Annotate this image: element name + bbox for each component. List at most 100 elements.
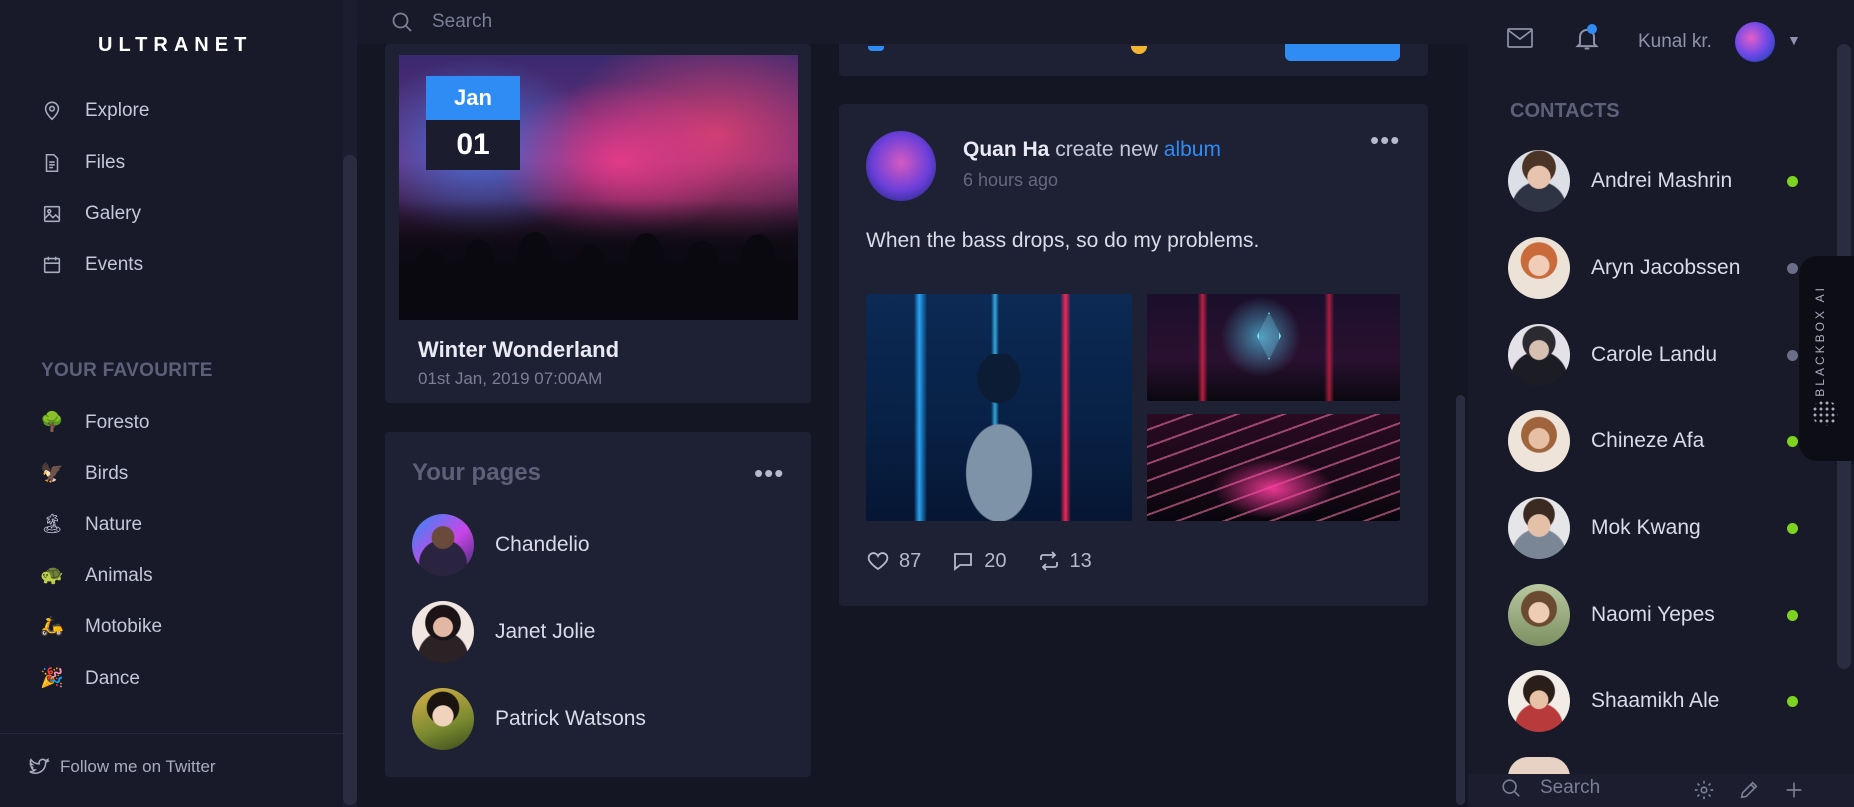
post-album-link[interactable]: album: [1164, 138, 1221, 161]
fav-item-birds[interactable]: 🦅 Birds: [40, 459, 128, 489]
gear-icon[interactable]: [1693, 779, 1715, 801]
offline-status-dot: [1787, 350, 1798, 361]
contact-item[interactable]: Naomi Yepes: [1508, 584, 1715, 646]
contact-item[interactable]: Mok Kwang: [1508, 497, 1701, 559]
post-reactions: 87 20 13: [866, 549, 1122, 573]
favourite-section-title: YOUR FAVOURITE: [41, 360, 213, 381]
contacts-search[interactable]: [1500, 777, 1680, 799]
page-name: Chandelio: [495, 533, 590, 556]
event-month: Jan: [426, 76, 520, 120]
fav-item-foresto[interactable]: 🌳 Foresto: [40, 408, 149, 438]
neon-diamond: [1257, 312, 1281, 360]
twitter-label: Follow me on Twitter: [60, 757, 216, 776]
contact-name: Chineze Afa: [1591, 429, 1705, 452]
fav-label: Motobike: [85, 616, 163, 637]
fav-label: Dance: [85, 668, 140, 689]
fav-item-motobike[interactable]: 🛵 Motobike: [40, 612, 162, 642]
tree-icon: 🌳: [40, 412, 64, 433]
heart-icon: [867, 552, 889, 571]
fav-label: Animals: [85, 565, 153, 586]
online-status-dot: [1787, 696, 1798, 707]
page-item-patrick-watsons[interactable]: Patrick Watsons: [412, 688, 646, 750]
post-author-name[interactable]: Quan Ha: [963, 138, 1049, 161]
notification-badge: [1587, 24, 1597, 34]
like-button[interactable]: 87: [866, 549, 921, 573]
sidebar-scrollbar-thumb[interactable]: [343, 155, 357, 805]
plus-icon[interactable]: [1783, 779, 1805, 801]
sidebar-divider: [0, 733, 343, 734]
post-text: When the bass drops, so do my problems.: [866, 229, 1260, 252]
pages-more-button[interactable]: •••: [754, 460, 784, 486]
image-icon: [40, 202, 64, 226]
nav-item-events[interactable]: Events: [40, 250, 143, 280]
file-icon: [40, 151, 64, 175]
nav-label: Events: [85, 254, 144, 275]
post-image-3[interactable]: [1147, 414, 1400, 521]
contact-item[interactable]: Carole Landu: [1508, 324, 1717, 386]
page-item-chandelio[interactable]: Chandelio: [412, 514, 590, 576]
nav-item-explore[interactable]: Explore: [40, 96, 149, 126]
post-image-2[interactable]: [1147, 294, 1400, 401]
avatar: [412, 688, 474, 750]
user-name[interactable]: Kunal kr.: [1638, 31, 1712, 53]
event-datetime: 01st Jan, 2019 07:00AM: [418, 369, 603, 388]
contact-name: Carole Landu: [1591, 343, 1718, 366]
nav-label: Explore: [85, 100, 150, 121]
user-avatar[interactable]: [1735, 22, 1775, 62]
post-author-avatar[interactable]: [866, 131, 936, 201]
crowd-silhouette: [399, 200, 798, 320]
like-count: 87: [899, 549, 922, 572]
island-icon: 🏝: [40, 514, 65, 535]
search-icon: [1502, 779, 1520, 797]
post-timestamp: 6 hours ago: [963, 170, 1059, 190]
fav-item-dance[interactable]: 🎉 Dance: [40, 664, 140, 694]
chevron-down-icon[interactable]: ▼: [1787, 32, 1801, 48]
post-image-1[interactable]: [866, 294, 1132, 521]
fav-item-nature[interactable]: 🏝 Nature: [40, 510, 142, 540]
share-button[interactable]: 13: [1037, 549, 1092, 573]
feed-scrollbar[interactable]: [1456, 395, 1465, 805]
twitter-icon: [29, 757, 50, 775]
avatar: [412, 601, 474, 663]
repost-icon: [1039, 551, 1058, 571]
fav-item-animals[interactable]: 🐢 Animals: [40, 561, 153, 591]
blackbox-logo-icon: [1812, 400, 1838, 426]
twitter-follow-link[interactable]: Follow me on Twitter: [28, 756, 216, 778]
search-input[interactable]: [432, 11, 732, 33]
nav-label: Files: [85, 152, 126, 173]
composer-option-icon-visible[interactable]: [868, 46, 884, 51]
contact-item[interactable]: Chineze Afa: [1508, 410, 1704, 472]
avatar: [1508, 237, 1570, 299]
contact-item[interactable]: Aryn Jacobssen: [1508, 237, 1740, 299]
nav-item-files[interactable]: Files: [40, 148, 125, 178]
turtle-icon: 🐢: [40, 565, 64, 586]
online-status-dot: [1787, 436, 1798, 447]
nav-item-galery[interactable]: Galery: [40, 199, 141, 229]
share-count: 13: [1069, 549, 1092, 572]
event-day: 01: [426, 120, 520, 170]
contact-name: Andrei Mashrin: [1591, 169, 1733, 192]
global-search-overlay[interactable]: [390, 10, 732, 34]
avatar: [412, 514, 474, 576]
fav-label: Nature: [85, 514, 143, 535]
composer-submit-button-visible[interactable]: [1285, 44, 1400, 61]
post-header: Quan Ha create new album: [963, 138, 1221, 162]
page-item-janet-jolie[interactable]: Janet Jolie: [412, 601, 595, 663]
contact-item[interactable]: Shaamikh Ale: [1508, 670, 1719, 732]
post-more-button[interactable]: •••: [1370, 127, 1400, 153]
eagle-icon: 🦅: [40, 463, 64, 484]
mail-icon[interactable]: [1506, 26, 1534, 50]
comment-button[interactable]: 20: [951, 549, 1007, 573]
blackbox-ai-label: BLACKBOX AI: [1813, 285, 1827, 397]
contact-name: Aryn Jacobssen: [1591, 256, 1741, 279]
pencil-icon[interactable]: [1738, 779, 1760, 801]
contacts-search-input[interactable]: [1540, 777, 1680, 799]
nav-label: Galery: [85, 203, 141, 224]
app-logo[interactable]: ULTRANET: [98, 34, 252, 57]
avatar: [1508, 670, 1570, 732]
event-title[interactable]: Winter Wonderland: [418, 337, 619, 363]
offline-status-dot: [1787, 263, 1798, 274]
avatar: [1508, 410, 1570, 472]
comment-icon: [954, 553, 973, 571]
contact-item[interactable]: Andrei Mashrin: [1508, 150, 1732, 212]
